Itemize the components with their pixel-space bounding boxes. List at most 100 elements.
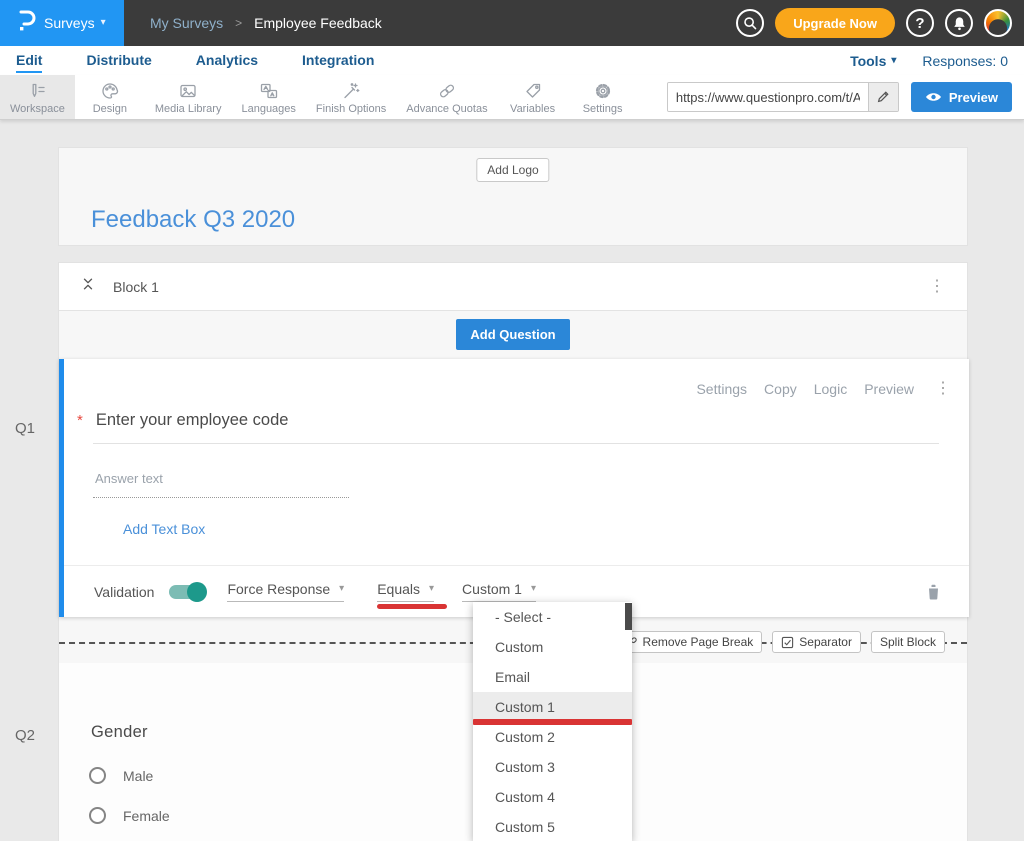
validation-value: Custom 1 [462,581,522,597]
add-text-box-link[interactable]: Add Text Box [123,521,205,537]
question-card-q1: Settings Copy Logic Preview ⋮ * Enter yo… [59,359,969,617]
toolbar-item-label: Design [93,103,127,115]
answer-option-male: Male [89,767,153,784]
help-button[interactable]: ? [906,9,934,37]
edit-url-button[interactable] [868,83,898,111]
finish-options-icon [341,81,361,101]
force-response-value: Force Response [227,581,330,597]
survey-editor-page: Surveys ▾ My Surveys > Employee Feedback… [0,0,1024,841]
responses-count[interactable]: Responses: 0 [922,53,1008,69]
surveys-menu[interactable]: Surveys ▾ [44,15,106,31]
collapse-icon [81,276,95,292]
tools-menu[interactable]: Tools ▾ [850,53,896,69]
question-number-q1: Q1 [15,420,35,437]
breadcrumb-separator-icon: > [235,16,242,30]
radio-label[interactable]: Male [123,768,153,784]
dropdown-option-custom-5[interactable]: Custom 5 [473,812,632,841]
chevron-down-icon: ▾ [891,56,896,66]
breadcrumb: My Surveys > Employee Feedback [150,15,382,31]
toolbar-item-workspace[interactable]: Workspace [0,75,75,119]
breadcrumb-current-survey: Employee Feedback [254,15,382,31]
question-text[interactable]: Enter your employee code [96,411,289,430]
toolbar-item-label: Settings [583,103,623,115]
chevron-down-icon: ▾ [531,584,536,594]
toolbar-item-advance-quotas[interactable]: Advance Quotas [396,75,497,119]
question-logic-link[interactable]: Logic [814,381,847,397]
tab-analytics[interactable]: Analytics [196,48,258,73]
question-menu-button[interactable]: ⋮ [931,379,955,399]
add-logo-button[interactable]: Add Logo [476,158,549,182]
block-menu-button[interactable]: ⋮ [925,277,949,297]
trash-icon [926,583,941,600]
breadcrumb-my-surveys[interactable]: My Surveys [150,15,223,31]
remove-page-break-label: Remove Page Break [643,635,754,649]
dropdown-option-custom[interactable]: Custom [473,632,632,662]
required-marker: * [77,412,83,429]
radio-button[interactable] [89,807,106,824]
toolbar-item-media-library[interactable]: Media Library [145,75,232,119]
survey-url-input[interactable] [668,83,868,111]
dropdown-option-email[interactable]: Email [473,662,632,692]
search-icon [742,15,758,31]
validation-toggle[interactable] [169,585,204,599]
operator-value: Equals [377,581,420,597]
toolbar-item-label: Workspace [10,103,65,115]
question-text[interactable]: Gender [91,723,148,742]
survey-title[interactable]: Feedback Q3 2020 [91,206,295,234]
section-tabs: Edit Distribute Analytics Integration To… [0,46,1024,75]
radio-button[interactable] [89,767,106,784]
product-switcher[interactable]: Surveys ▾ [0,0,124,46]
chevron-down-icon: ▾ [101,18,106,28]
collapse-block-button[interactable] [81,276,95,297]
toolbar-item-label: Finish Options [316,103,386,115]
kebab-icon: ⋮ [929,278,945,295]
eye-icon [925,91,942,103]
question-text-row: * Enter your employee code [77,411,288,430]
remove-page-break-button[interactable]: Remove Page Break [616,631,763,653]
answer-text-placeholder[interactable]: Answer text [95,471,163,486]
radio-label[interactable]: Female [123,808,170,824]
tab-distribute[interactable]: Distribute [86,48,151,73]
search-button[interactable] [736,9,764,37]
survey-url-field [667,82,899,112]
page-break-buttons: Remove Page Break Separator Split Block [616,631,945,653]
add-question-button[interactable]: Add Question [456,319,569,350]
operator-select[interactable]: Equals ▾ [377,581,434,602]
question-settings-link[interactable]: Settings [696,381,747,397]
languages-icon [259,81,279,101]
tab-integration[interactable]: Integration [302,48,374,73]
question-preview-link[interactable]: Preview [864,381,914,397]
dropdown-option-custom-2[interactable]: Custom 2 [473,722,632,752]
topbar-actions: Upgrade Now ? [736,8,1024,38]
separator-label: Separator [799,635,852,649]
validation-value-select[interactable]: Custom 1 ▾ [462,581,536,602]
dropdown-option-custom-1[interactable]: Custom 1 [473,692,632,722]
block-title[interactable]: Block 1 [113,279,159,295]
split-block-button[interactable]: Split Block [871,631,945,653]
toolbar-item-design[interactable]: Design [75,75,145,119]
question-actions: Settings Copy Logic Preview ⋮ [696,379,955,399]
chevron-down-icon: ▾ [339,584,344,594]
toolbar-item-languages[interactable]: Languages [231,75,305,119]
tab-edit[interactable]: Edit [16,48,42,73]
notifications-button[interactable] [945,9,973,37]
dropdown-option-select[interactable]: - Select - [473,602,632,632]
dropdown-scrollbar[interactable] [625,603,632,630]
preview-button[interactable]: Preview [911,82,1012,112]
avatar[interactable] [984,9,1012,37]
block-header: Block 1 ⋮ [59,263,967,311]
editor-toolbar: Workspace Design Media Library Languages… [0,75,1024,120]
dropdown-option-custom-3[interactable]: Custom 3 [473,752,632,782]
force-response-select[interactable]: Force Response ▾ [227,581,344,602]
separator-button[interactable]: Separator [772,631,861,653]
dropdown-option-custom-4[interactable]: Custom 4 [473,782,632,812]
toolbar-item-finish-options[interactable]: Finish Options [306,75,396,119]
toolbar-item-variables[interactable]: Variables [498,75,568,119]
validation-value-dropdown: - Select - Custom Email Custom 1 Custom … [473,602,632,841]
delete-validation-button[interactable] [926,583,941,600]
toolbar-item-settings[interactable]: Settings [568,75,638,119]
split-block-label: Split Block [880,635,936,649]
chevron-down-icon: ▾ [429,584,434,594]
upgrade-now-button[interactable]: Upgrade Now [775,8,895,38]
question-copy-link[interactable]: Copy [764,381,797,397]
